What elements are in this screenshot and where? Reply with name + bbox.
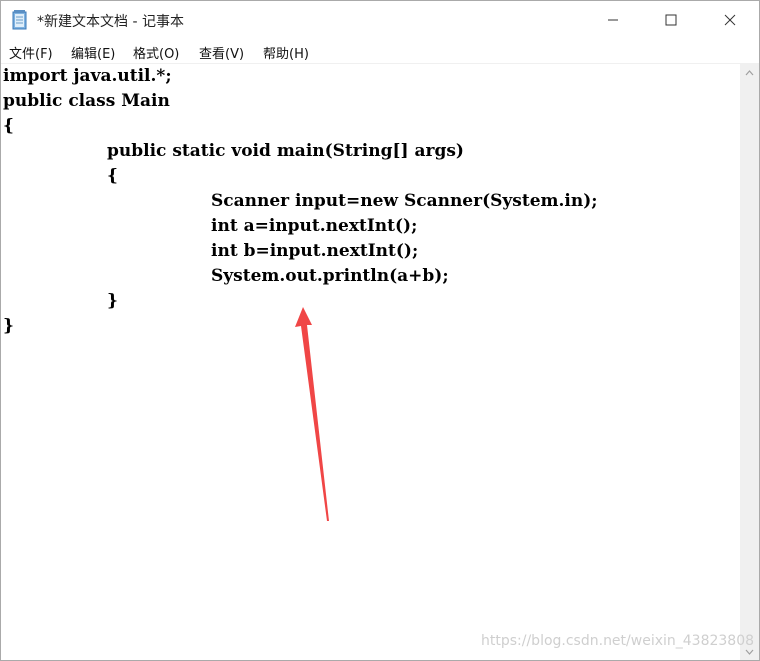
menu-edit[interactable]: 编辑(E) [70, 43, 116, 62]
code-line: public static void main(String[] args) [107, 141, 464, 161]
minimize-button[interactable] [584, 1, 642, 39]
code-line: } [3, 316, 14, 336]
chevron-up-icon [745, 69, 754, 75]
code-line: int b=input.nextInt(); [211, 241, 419, 261]
maximize-button[interactable] [642, 1, 700, 39]
menu-format[interactable]: 格式(O) [132, 43, 180, 62]
menu-view[interactable]: 查看(V) [198, 43, 245, 62]
menu-bar: 文件(F) 编辑(E) 格式(O) 查看(V) 帮助(H) [1, 39, 759, 64]
title-bar[interactable]: *新建文本文档 - 记事本 [1, 1, 759, 39]
code-line: { [3, 116, 14, 136]
code-line: System.out.println(a+b); [211, 266, 449, 286]
code-line: Scanner input=new Scanner(System.in); [211, 191, 598, 211]
minimize-icon [608, 19, 618, 21]
notepad-icon [11, 10, 29, 30]
code-line: { [107, 166, 118, 186]
watermark: https://blog.csdn.net/weixin_43823808 [481, 633, 755, 649]
code-line: public class Main [3, 91, 170, 111]
text-editor[interactable]: import java.util.*; public class Main { … [1, 64, 740, 660]
menu-help[interactable]: 帮助(H) [262, 43, 310, 62]
scroll-up-button[interactable] [740, 64, 759, 81]
notepad-window: *新建文本文档 - 记事本 文件(F) 编辑(E) 格式(O) 查看(V) 帮助… [0, 0, 760, 661]
chevron-down-icon [745, 649, 754, 655]
code-line: } [107, 291, 118, 311]
close-button[interactable] [701, 1, 759, 39]
vertical-scrollbar[interactable] [740, 64, 759, 660]
close-icon [724, 14, 736, 26]
menu-file[interactable]: 文件(F) [8, 43, 54, 62]
code-line: import java.util.*; [3, 66, 172, 86]
window-title: *新建文本文档 - 记事本 [37, 14, 184, 30]
maximize-icon [665, 14, 677, 26]
code-line: int a=input.nextInt(); [211, 216, 418, 236]
